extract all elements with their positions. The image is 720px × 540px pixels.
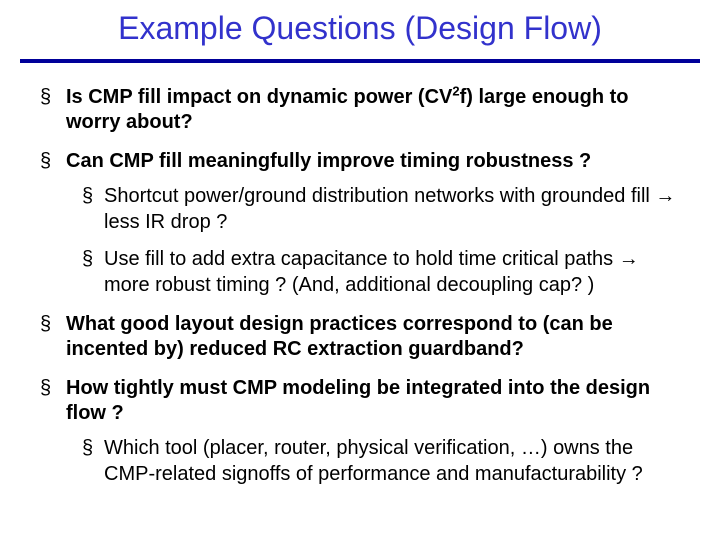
slide-title: Example Questions (Design Flow): [40, 10, 680, 53]
sub-bullet-text: Shortcut power/ground distribution netwo…: [104, 185, 675, 233]
bullet-text: Can CMP fill meaningfully improve timing…: [66, 150, 591, 172]
slide: Example Questions (Design Flow) Is CMP f…: [0, 0, 720, 540]
sub-bullet-item: Use fill to add extra capacitance to hol…: [82, 247, 680, 298]
sub-bullet-list: Shortcut power/ground distribution netwo…: [66, 184, 680, 298]
sub-bullet-list: Which tool (placer, router, physical ver…: [66, 436, 680, 487]
bullet-item: How tightly must CMP modeling be integra…: [40, 376, 680, 487]
sub-bullet-text: Use fill to add extra capacitance to hol…: [104, 248, 639, 296]
superscript: 2: [452, 83, 459, 98]
bullet-item: What good layout design practices corres…: [40, 312, 680, 362]
bullet-item: Can CMP fill meaningfully improve timing…: [40, 149, 680, 298]
title-underline: [20, 59, 700, 63]
bullet-text: Is CMP fill impact on dynamic power (CV: [66, 86, 452, 108]
sub-bullet-item: Shortcut power/ground distribution netwo…: [82, 184, 680, 235]
sub-bullet-text: Which tool (placer, router, physical ver…: [104, 437, 643, 485]
bullet-text: How tightly must CMP modeling be integra…: [66, 377, 650, 424]
bullet-list: Is CMP fill impact on dynamic power (CV2…: [40, 85, 680, 488]
sub-bullet-item: Which tool (placer, router, physical ver…: [82, 436, 680, 487]
bullet-text: What good layout design practices corres…: [66, 313, 613, 360]
bullet-item: Is CMP fill impact on dynamic power (CV2…: [40, 85, 680, 135]
